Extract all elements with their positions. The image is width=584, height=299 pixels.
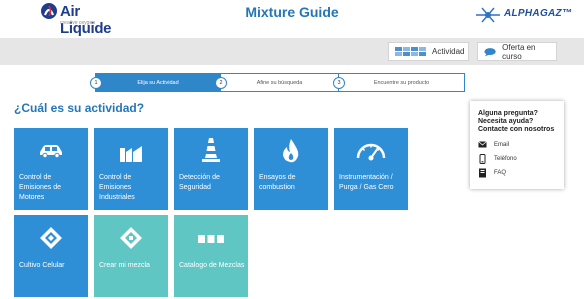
alphagaz-wordmark: ALPHAGAZ™ — [504, 8, 573, 19]
tile-label: Catalogo de Mezclas — [179, 262, 245, 269]
envelope-icon — [478, 141, 487, 148]
step-2-label: Afine su búsqueda — [256, 79, 303, 86]
actividad-label: Actividad — [432, 47, 465, 56]
oferta-en-curso-button[interactable]: Oferta en curso — [477, 42, 557, 61]
catalog-icon — [198, 235, 224, 243]
faq-icon — [479, 168, 486, 178]
flame-icon — [283, 139, 299, 163]
tile-control-emisiones-industriales[interactable]: Control de Emisiones Industriales — [94, 128, 168, 210]
tile-cultivo-celular[interactable]: Cultivo Celular — [14, 215, 88, 297]
speech-bubble-icon — [484, 47, 496, 56]
tile-deteccion-seguridad[interactable]: Detección de Seguridad — [174, 128, 248, 210]
help-faq-link[interactable]: FAQ — [478, 168, 506, 178]
factory-icon — [120, 146, 142, 162]
step-1-number: 1 — [90, 77, 102, 89]
alphagaz-mark-icon — [476, 7, 500, 23]
step-1[interactable]: 1 Elija su Actividad — [90, 73, 221, 92]
step-progress: 1 Elija su Actividad 2 Afine su búsqueda… — [90, 73, 465, 92]
tile-label: Cultivo Celular — [19, 262, 65, 269]
tile-ensayos-combustion[interactable]: Ensayos de combustion — [254, 128, 328, 210]
help-email-link[interactable]: Email — [478, 141, 509, 148]
car-icon — [40, 145, 62, 158]
step-2-number: 2 — [215, 77, 227, 89]
tile-label: Crear mi mezcla — [99, 262, 150, 269]
cell-culture-icon — [40, 227, 62, 249]
tile-label: Instrumentación / Purga / Gas Cero — [339, 174, 394, 191]
help-email-label: Email — [494, 141, 510, 148]
phone-icon — [479, 154, 486, 164]
air-liquide-tagline: creative oxygen — [60, 20, 96, 26]
help-phone-label: Teléfono — [494, 156, 517, 162]
tile-label: Control de Emisiones de Motores — [19, 174, 62, 201]
step-2[interactable]: 2 Afine su búsqueda — [215, 73, 339, 92]
tile-label: Control de Emisiones Industriales — [99, 174, 135, 201]
section-heading: ¿Cuál es su actividad? — [14, 101, 145, 115]
traffic-cone-icon — [202, 138, 220, 162]
help-title: Alguna pregunta? Necesita ayuda? Contact… — [478, 110, 555, 133]
toolbar: Actividad Oferta en curso — [0, 38, 584, 65]
step-1-label: Elija su Actividad — [137, 79, 179, 86]
tile-instrumentacion-purga-gas-cero[interactable]: Instrumentación / Purga / Gas Cero — [334, 128, 408, 210]
oferta-label: Oferta en curso — [502, 42, 536, 61]
tile-control-emisiones-motores[interactable]: Control de Emisiones de Motores — [14, 128, 88, 210]
help-box: Alguna pregunta? Necesita ayuda? Contact… — [470, 101, 564, 189]
tile-crear-mi-mezcla[interactable]: Crear mi mezcla — [94, 215, 168, 297]
tile-catalogo-mezclas[interactable]: Catalogo de Mezclas — [174, 215, 248, 297]
step-3-number: 3 — [333, 77, 345, 89]
alphagaz-logo[interactable]: ALPHAGAZ™ — [474, 5, 572, 25]
tile-label: Detección de Seguridad — [179, 174, 220, 191]
activity-grid-icon — [395, 47, 426, 56]
step-3-label: Encuentre su producto — [373, 79, 430, 86]
mix-icon — [120, 227, 142, 249]
help-faq-label: FAQ — [494, 170, 507, 176]
help-phone-link[interactable]: Teléfono — [478, 154, 517, 164]
gauge-icon — [356, 143, 386, 161]
tile-label: Ensayos de combustion — [259, 174, 296, 191]
step-3[interactable]: 3 Encuentre su producto — [333, 73, 465, 92]
header: Air Liquide creative oxygen Mixture Guid… — [0, 0, 584, 38]
actividad-button[interactable]: Actividad — [388, 42, 469, 61]
